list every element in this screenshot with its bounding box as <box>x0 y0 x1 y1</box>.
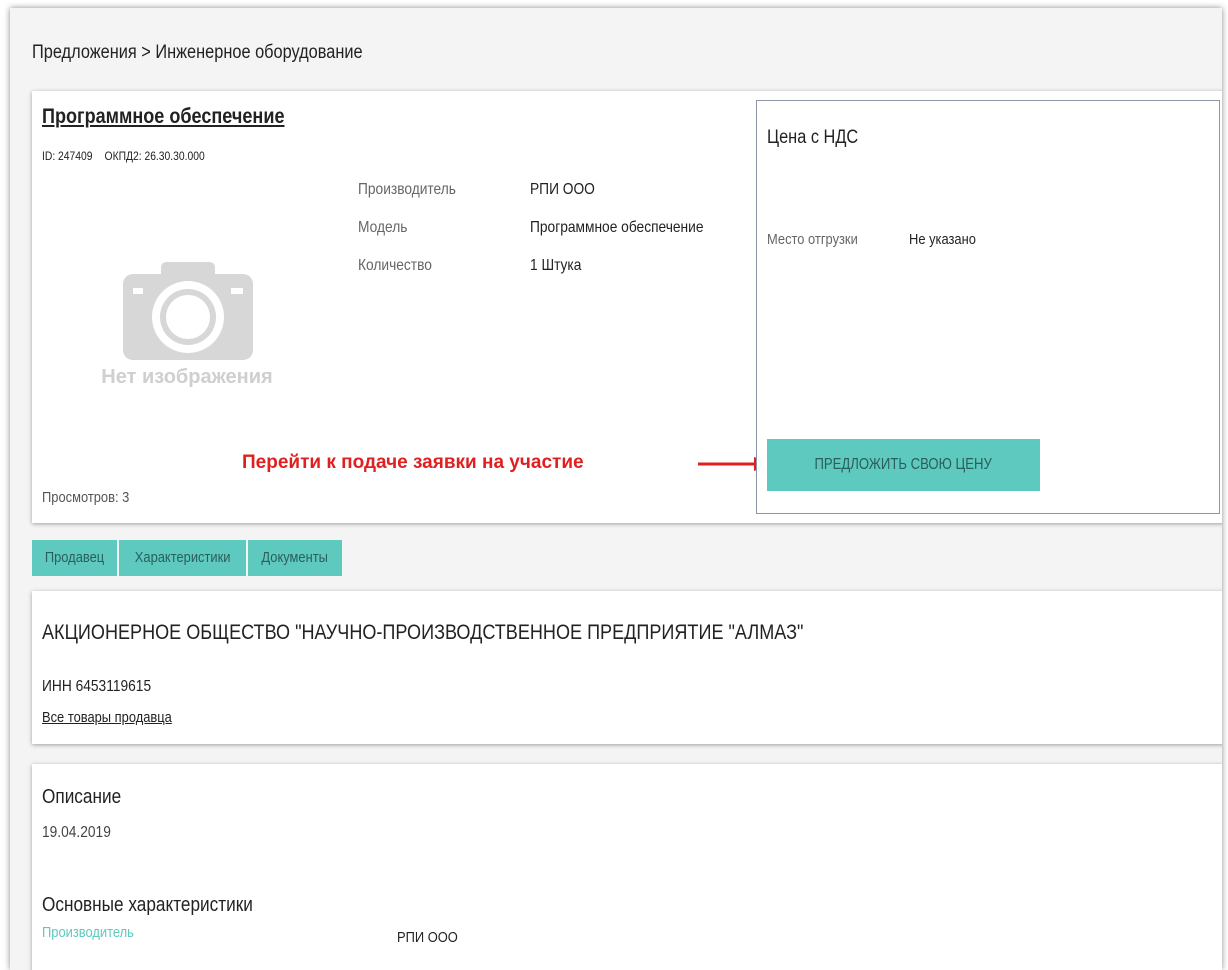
tab-label: Продавец <box>44 549 105 566</box>
all-seller-goods-link[interactable]: Все товары продавца <box>42 709 172 726</box>
spec-label: Производитель <box>42 924 134 941</box>
tab-characteristics[interactable]: Характеристики <box>118 540 247 576</box>
shipping-place-label: Место отгрузки <box>767 231 858 248</box>
no-image-caption: Нет изображения <box>101 366 273 388</box>
tab-label: Характеристики <box>134 549 231 566</box>
seller-inn: ИНН 6453119615 <box>42 678 152 695</box>
offer-price-button[interactable]: ПРЕДЛОЖИТЬ СВОЮ ЦЕНУ <box>767 439 1040 491</box>
seller-name: АКЦИОНЕРНОЕ ОБЩЕСТВО "НАУЧНО-ПРОИЗВОДСТВ… <box>42 621 804 644</box>
description-title: Описание <box>42 786 122 808</box>
spec-value: РПИ ООО <box>397 929 458 946</box>
property-value: РПИ ООО <box>530 181 595 198</box>
tab-documents[interactable]: Документы <box>248 540 342 576</box>
breadcrumb[interactable]: Предложения > Инженерное оборудование <box>32 42 363 64</box>
property-label: Производитель <box>358 181 456 198</box>
price-title: Цена с НДС <box>767 127 859 148</box>
offer-price-button-label: ПРЕДЛОЖИТЬ СВОЮ ЦЕНУ <box>814 456 993 473</box>
specs-title: Основные характеристики <box>42 894 253 916</box>
product-okpd: ОКПД2: 26.30.30.000 <box>104 149 205 163</box>
product-card: Программное обеспечение ID: 247409 ОКПД2:… <box>32 91 1222 523</box>
description-date: 19.04.2019 <box>42 824 111 841</box>
property-label: Количество <box>358 257 432 274</box>
shipping-place-value: Не указано <box>909 231 976 248</box>
product-title[interactable]: Программное обеспечение <box>42 105 284 129</box>
product-ids: ID: 247409 ОКПД2: 26.30.30.000 <box>42 149 205 163</box>
annotation-label: Перейти к подаче заявки на участие <box>242 452 584 473</box>
tab-seller[interactable]: Продавец <box>32 540 117 576</box>
property-value: 1 Штука <box>530 257 582 274</box>
product-id: ID: 247409 <box>42 149 93 163</box>
property-label: Модель <box>358 219 408 236</box>
camera-icon <box>123 262 253 360</box>
seller-card: АКЦИОНЕРНОЕ ОБЩЕСТВО "НАУЧНО-ПРОИЗВОДСТВ… <box>32 591 1222 744</box>
tab-label: Документы <box>261 549 329 566</box>
page-frame: Предложения > Инженерное оборудование Пр… <box>10 8 1222 970</box>
description-card: Описание 19.04.2019 Основные характерист… <box>32 764 1222 970</box>
no-image-placeholder: Нет изображения <box>87 256 287 406</box>
views-count: Просмотров: 3 <box>42 489 130 506</box>
property-value: Программное обеспечение <box>530 219 704 236</box>
price-panel: Цена с НДС Место отгрузки Не указано ПРЕ… <box>756 100 1220 514</box>
tabs-bar: Продавец Характеристики Документы <box>32 540 344 576</box>
